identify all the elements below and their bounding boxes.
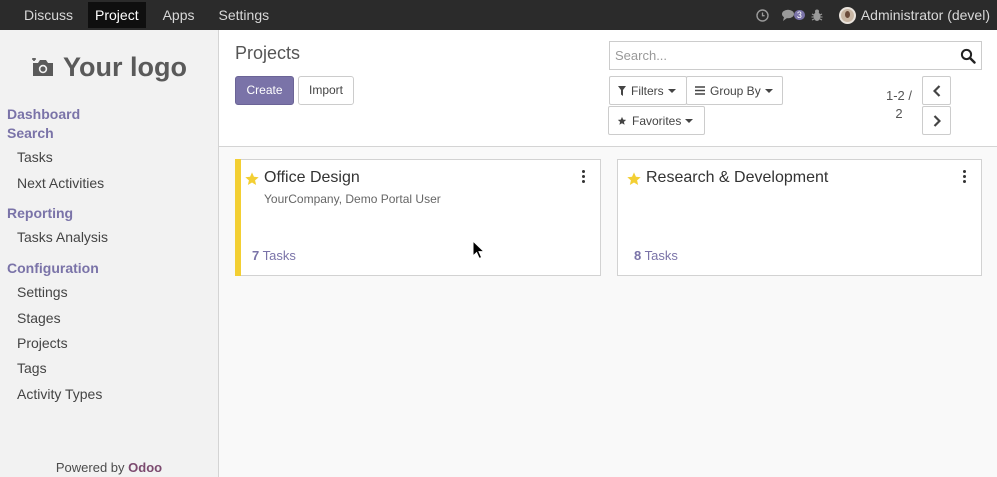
star-icon xyxy=(617,116,627,125)
page-title: Projects xyxy=(235,43,301,63)
pager-range: 1-2 / xyxy=(885,88,912,103)
bug-icon[interactable] xyxy=(810,8,824,22)
chevron-down-icon xyxy=(764,88,773,93)
project-name: Research & Development xyxy=(646,169,829,186)
chat-icon[interactable]: 3 xyxy=(779,8,805,22)
sidebar-item-tasks-analysis[interactable]: Tasks Analysis xyxy=(17,229,108,245)
import-button[interactable]: Import xyxy=(298,76,354,105)
create-button[interactable]: Create xyxy=(235,76,294,105)
user-name: Administrator (devel) xyxy=(860,7,990,23)
chevron-down-icon xyxy=(685,118,694,123)
search-icon[interactable] xyxy=(960,48,976,64)
star-icon[interactable] xyxy=(244,171,260,187)
clock-icon[interactable] xyxy=(756,8,770,22)
filter-icon xyxy=(618,85,626,96)
group-by-label: Group By xyxy=(710,83,761,98)
pager-total: 2 xyxy=(895,106,903,121)
search-input[interactable] xyxy=(610,42,950,69)
powered-by-label: Powered by xyxy=(55,460,125,475)
task-label: Tasks xyxy=(644,248,678,263)
chevron-down-icon xyxy=(667,88,676,93)
task-label: Tasks xyxy=(262,248,296,263)
project-tasks-link[interactable]: 7 Tasks xyxy=(252,248,296,263)
user-menu[interactable]: Administrator (devel) xyxy=(838,6,990,24)
control-panel: Projects Create Import Filters Group By … xyxy=(219,30,997,147)
list-icon xyxy=(695,86,705,95)
group-by-button[interactable]: Group By xyxy=(686,76,783,105)
filters-button[interactable]: Filters xyxy=(609,76,687,105)
favorites-button[interactable]: Favorites xyxy=(608,106,705,135)
task-count: 8 xyxy=(634,248,642,263)
logo-text: Your logo xyxy=(63,52,187,82)
project-card[interactable]: Research & Development 8 Tasks xyxy=(617,159,982,276)
filters-label: Filters xyxy=(631,83,664,98)
sidebar-item-tags[interactable]: Tags xyxy=(17,360,47,376)
kebab-menu-icon[interactable] xyxy=(578,168,588,184)
pager-previous-button[interactable] xyxy=(922,76,951,105)
sidebar-item-settings[interactable]: Settings xyxy=(17,284,68,300)
top-navbar: Discuss Project Apps Settings 3 Administ… xyxy=(0,0,997,30)
sidebar-section-configuration[interactable]: Configuration xyxy=(7,260,99,276)
sidebar-item-projects[interactable]: Projects xyxy=(17,335,68,351)
sidebar-section-search[interactable]: Search xyxy=(7,125,54,141)
navbar-systray: 3 Administrator (devel) xyxy=(756,0,997,30)
sidebar-section-reporting[interactable]: Reporting xyxy=(7,205,73,221)
sidebar-item-next-activities[interactable]: Next Activities xyxy=(17,175,104,191)
sidebar-item-stages[interactable]: Stages xyxy=(17,310,61,326)
sidebar-section-dashboard[interactable]: Dashboard xyxy=(7,106,80,122)
chevron-right-icon xyxy=(933,114,941,127)
project-card[interactable]: Office Design YourCompany, Demo Portal U… xyxy=(235,159,601,276)
mouse-cursor-icon xyxy=(472,240,486,260)
star-icon[interactable] xyxy=(626,171,642,187)
powered-by: Powered by Odoo xyxy=(0,460,218,475)
sidebar-item-tasks[interactable]: Tasks xyxy=(17,149,53,165)
nav-apps[interactable]: Apps xyxy=(156,2,202,28)
chevron-left-icon xyxy=(932,84,940,97)
nav-project[interactable]: Project xyxy=(88,2,146,28)
sidebar-item-activity-types[interactable]: Activity Types xyxy=(17,386,102,402)
kebab-menu-icon[interactable] xyxy=(959,168,969,184)
odoo-link[interactable]: Odoo xyxy=(128,460,162,475)
nav-discuss[interactable]: Discuss xyxy=(17,2,80,28)
project-partner: YourCompany, Demo Portal User xyxy=(264,192,441,206)
search-box xyxy=(609,41,982,70)
project-tasks-link[interactable]: 8 Tasks xyxy=(634,248,678,263)
avatar xyxy=(838,6,856,24)
app-sidebar: Your logo Dashboard Search Tasks Next Ac… xyxy=(0,30,219,477)
nav-settings[interactable]: Settings xyxy=(212,2,277,28)
pager-value[interactable]: 1-2 / 2 xyxy=(881,87,917,123)
task-count: 7 xyxy=(252,248,260,263)
project-name: Office Design xyxy=(264,169,360,186)
chat-count-badge: 3 xyxy=(793,10,805,20)
favorites-label: Favorites xyxy=(632,113,682,128)
camera-icon xyxy=(32,57,53,76)
pager-next-button[interactable] xyxy=(922,106,951,135)
